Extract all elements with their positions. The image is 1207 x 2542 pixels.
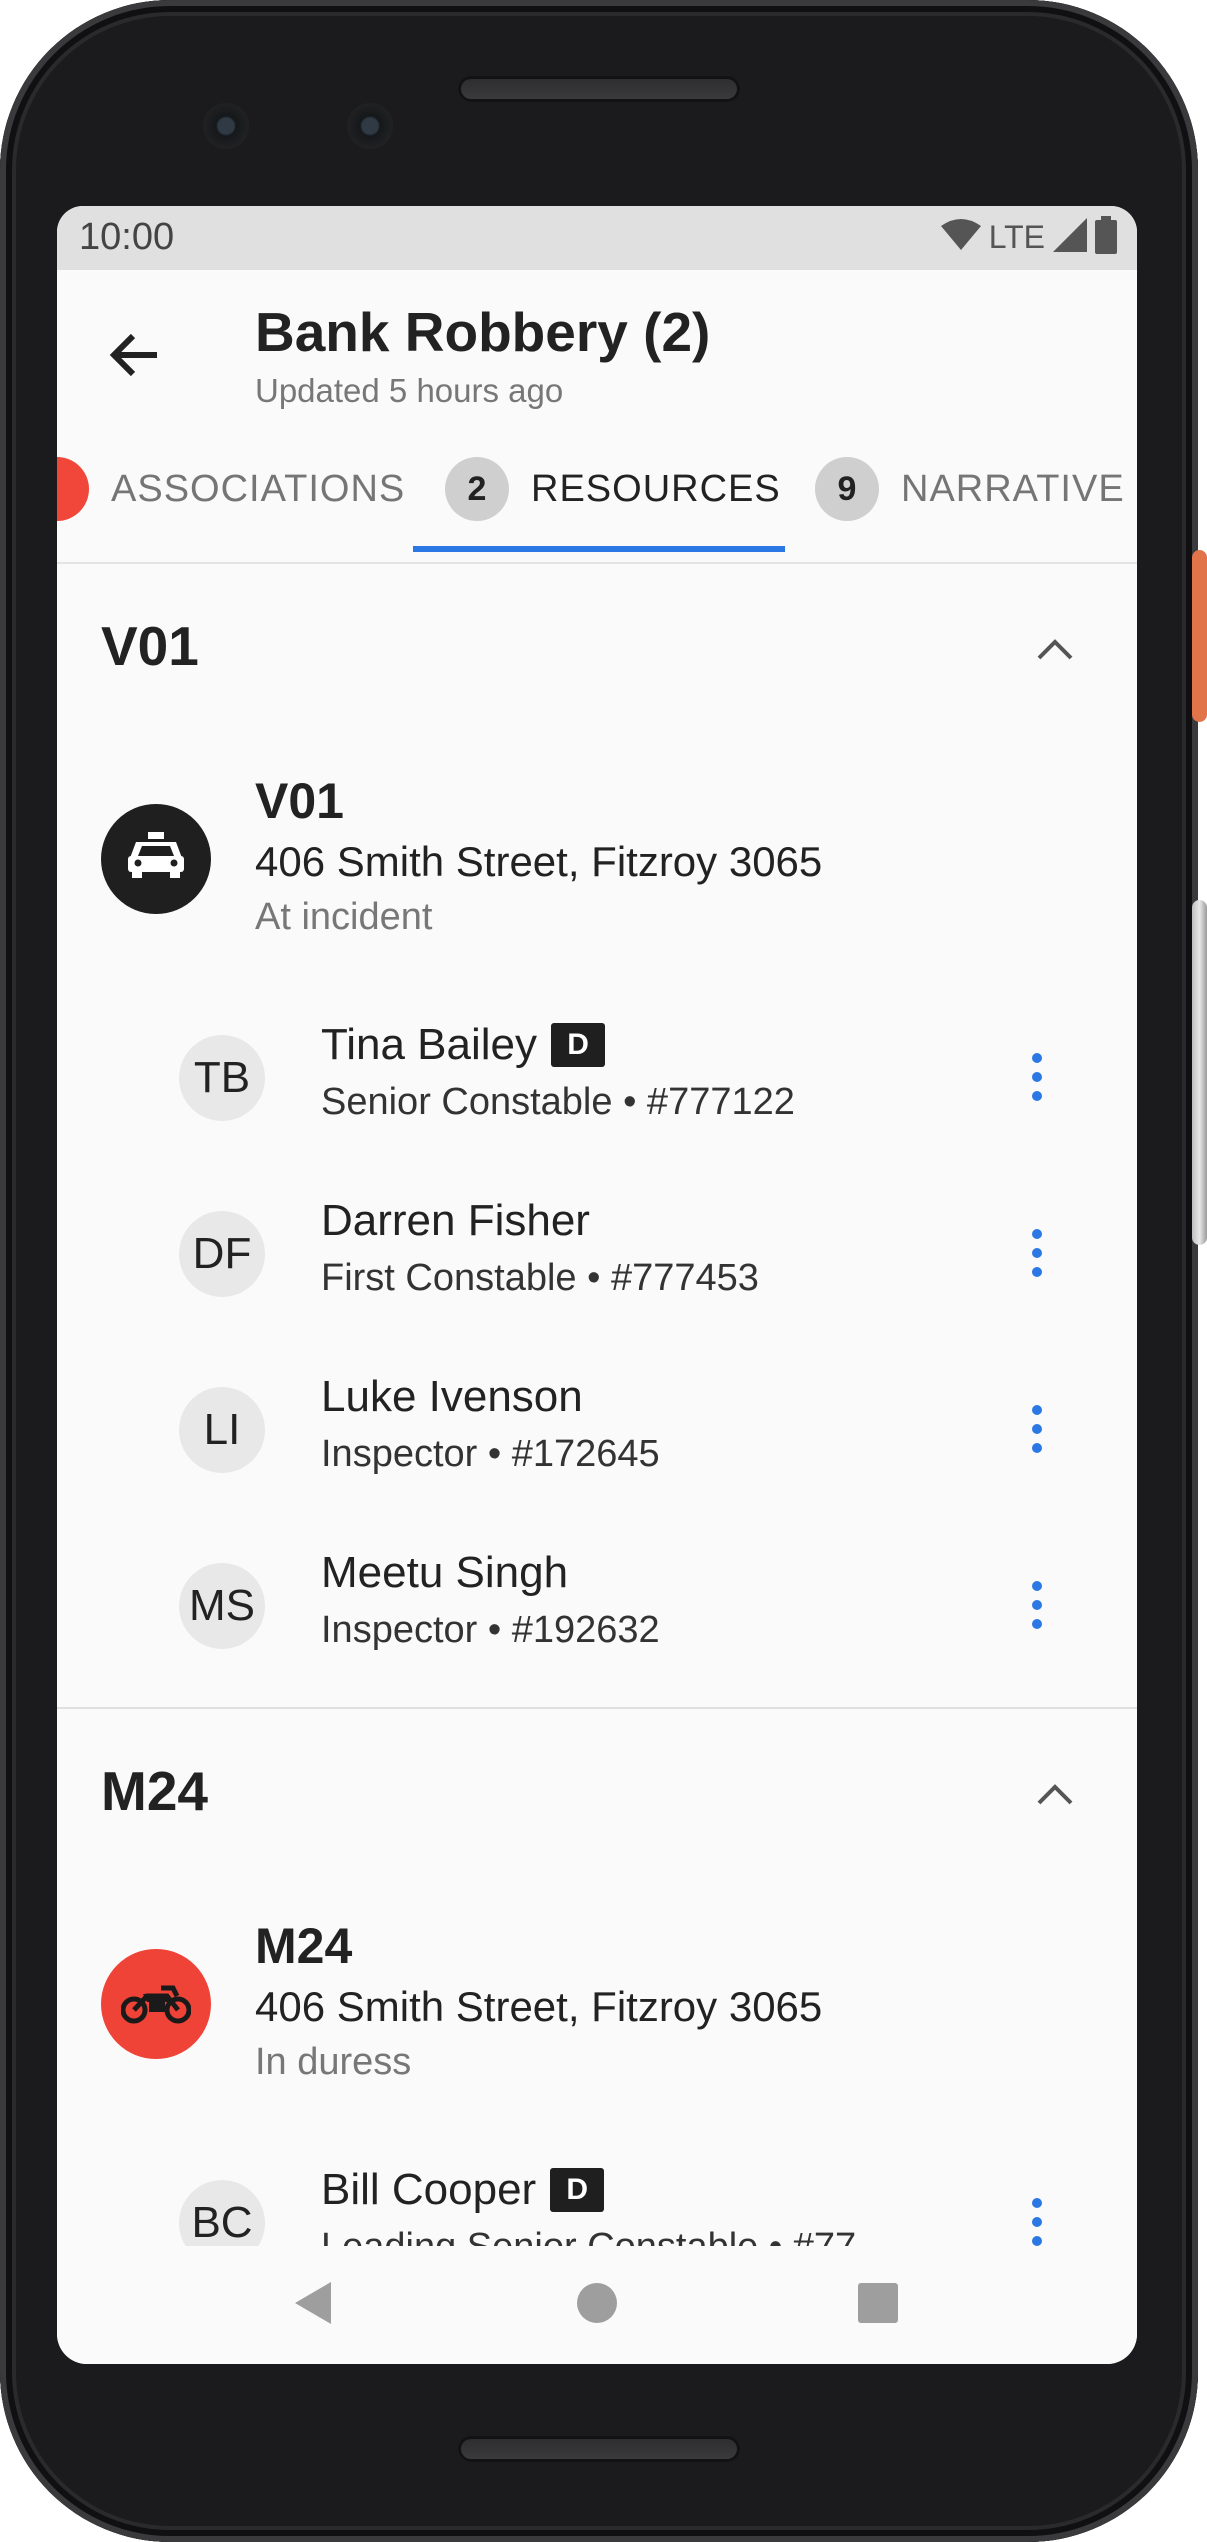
tab-count xyxy=(57,457,89,521)
driver-badge: D xyxy=(551,1023,606,1067)
active-tab-indicator xyxy=(413,546,785,552)
avatar: DF xyxy=(179,1211,265,1297)
tab-label: NARRATIVE xyxy=(901,467,1125,510)
member-detail: Inspector • #192632 xyxy=(321,1609,660,1651)
tab-count: 2 xyxy=(445,457,509,521)
member-name-text: Luke Ivenson xyxy=(321,1372,583,1421)
vehicle-callsign: V01 xyxy=(255,773,344,829)
nav-home-button[interactable] xyxy=(562,2270,632,2340)
member-name: Meetu Singh xyxy=(321,1548,568,1598)
member-detail: Inspector • #172645 xyxy=(321,1433,660,1475)
vehicle-callsign: M24 xyxy=(255,1918,353,1974)
more-options-button[interactable] xyxy=(1017,1572,1057,1642)
member-name: Bill Cooper D xyxy=(321,2165,605,2215)
system-nav-bar xyxy=(57,2246,1137,2364)
member-name: Darren Fisher xyxy=(321,1196,590,1246)
more-options-button[interactable] xyxy=(1017,1220,1057,1290)
more-vert-icon xyxy=(1031,1580,1043,1635)
more-vert-icon xyxy=(1031,1052,1043,1107)
member-row[interactable]: LI Luke Ivenson Inspector • #172645 xyxy=(57,1342,1137,1518)
member-name-text: Tina Bailey xyxy=(321,1020,538,1069)
more-vert-icon xyxy=(1031,1404,1043,1459)
app-bar: Bank Robbery (2) Updated 5 hours ago xyxy=(57,270,1137,416)
avatar: TB xyxy=(179,1035,265,1121)
member-name-text: Meetu Singh xyxy=(321,1548,569,1597)
earpiece-speaker xyxy=(458,76,740,102)
circle-home-icon xyxy=(576,2282,618,2329)
status-time: 10:00 xyxy=(79,216,175,258)
chevron-up-icon xyxy=(1035,1781,1075,1810)
group-header[interactable]: M24 xyxy=(57,1709,1137,1883)
vehicle-status: In duress xyxy=(255,2041,412,2083)
resource-list: V01 V01 406 Smith Street, Fitzroy 3065 A… xyxy=(57,564,1137,2311)
driver-badge: D xyxy=(550,2168,605,2212)
group-header[interactable]: V01 xyxy=(57,564,1137,738)
resource-group-m24: M24 M24 406 Smith Street, Fitzroy 3065 I… xyxy=(57,1709,1137,2311)
vehicle-row[interactable]: M24 406 Smith Street, Fitzroy 3065 In du… xyxy=(57,1883,1137,2135)
member-row[interactable]: MS Meetu Singh Inspector • #192632 xyxy=(57,1518,1137,1694)
page-subtitle: Updated 5 hours ago xyxy=(255,372,564,409)
arrow-back-icon xyxy=(109,333,159,382)
member-detail: First Constable • #777453 xyxy=(321,1257,759,1299)
member-name: Luke Ivenson xyxy=(321,1372,583,1422)
resource-group-v01: V01 V01 406 Smith Street, Fitzroy 3065 A… xyxy=(57,564,1137,1709)
group-title: V01 xyxy=(101,615,199,677)
battery-icon xyxy=(1095,216,1117,259)
vehicle-status: At incident xyxy=(255,896,433,938)
motorcycle-icon xyxy=(120,1980,192,2029)
tab-narrative[interactable]: 9 NARRATIVE xyxy=(815,416,1125,562)
square-recents-icon xyxy=(857,2282,899,2329)
more-vert-icon xyxy=(1031,2197,1043,2252)
more-options-button[interactable] xyxy=(1017,1044,1057,1114)
member-row[interactable]: DF Darren Fisher First Constable • #7774… xyxy=(57,1166,1137,1342)
volume-rocker xyxy=(1192,900,1207,1245)
power-button xyxy=(1192,550,1207,722)
tab-bar: ASSOCIATIONS 2 RESOURCES 9 NARRATIVE xyxy=(57,416,1137,564)
vehicle-address: 406 Smith Street, Fitzroy 3065 xyxy=(255,838,823,885)
member-detail: Senior Constable • #777122 xyxy=(321,1081,795,1123)
tab-associations[interactable]: ASSOCIATIONS xyxy=(57,416,405,562)
nav-recents-button[interactable] xyxy=(843,2270,913,2340)
vehicle-address: 406 Smith Street, Fitzroy 3065 xyxy=(255,1983,823,2030)
network-type: LTE xyxy=(988,219,1045,255)
avatar: MS xyxy=(179,1563,265,1649)
member-name-text: Darren Fisher xyxy=(321,1196,590,1245)
member-name-text: Bill Cooper xyxy=(321,2165,537,2214)
tab-count: 9 xyxy=(815,457,879,521)
more-options-button[interactable] xyxy=(1017,1396,1057,1466)
chevron-up-icon xyxy=(1035,636,1075,665)
more-vert-icon xyxy=(1031,1228,1043,1283)
collapse-button[interactable] xyxy=(1025,620,1085,680)
tab-label: ASSOCIATIONS xyxy=(111,467,406,510)
avatar: LI xyxy=(179,1387,265,1473)
wifi-icon xyxy=(940,218,981,257)
signal-icon xyxy=(1053,218,1087,257)
police-car-icon xyxy=(126,831,186,887)
vehicle-row[interactable]: V01 406 Smith Street, Fitzroy 3065 At in… xyxy=(57,738,1137,990)
collapse-button[interactable] xyxy=(1025,1765,1085,1825)
status-bar: 10:00 LTE xyxy=(57,206,1137,270)
member-name: Tina Bailey D xyxy=(321,1020,606,1070)
front-camera xyxy=(203,103,249,149)
bottom-speaker xyxy=(458,2436,740,2462)
page-title: Bank Robbery (2) xyxy=(255,301,711,363)
member-row[interactable]: TB Tina Bailey D Senior Constable • #777… xyxy=(57,990,1137,1166)
triangle-back-icon xyxy=(293,2280,333,2331)
nav-back-button[interactable] xyxy=(278,2270,348,2340)
back-button[interactable] xyxy=(99,322,169,392)
vehicle-avatar xyxy=(101,804,211,914)
screen: 10:00 LTE Bank Robbery (2) Updated 5 hou… xyxy=(57,206,1137,2364)
tab-label: RESOURCES xyxy=(531,467,781,510)
tab-resources[interactable]: 2 RESOURCES xyxy=(445,416,781,562)
status-icons: LTE xyxy=(940,216,1117,259)
front-sensor xyxy=(347,103,393,149)
vehicle-avatar xyxy=(101,1949,211,2059)
group-title: M24 xyxy=(101,1760,208,1822)
